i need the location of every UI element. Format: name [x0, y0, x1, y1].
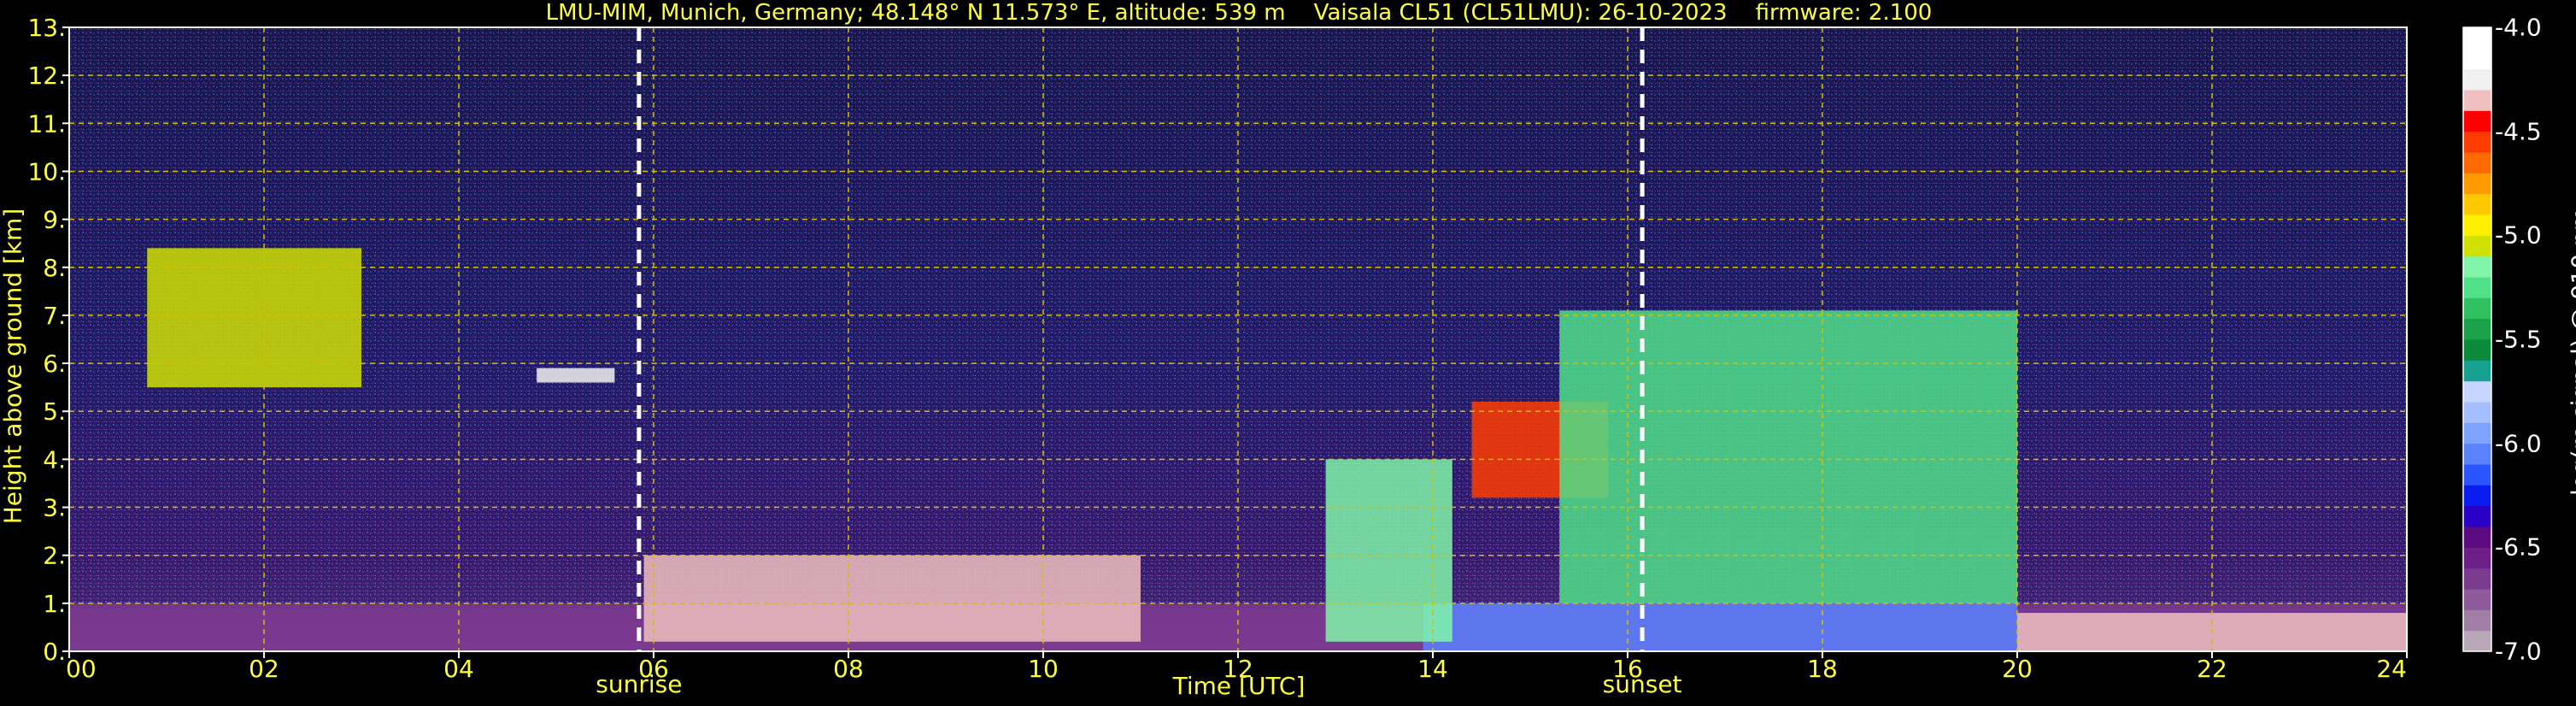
- colorbar-swatch: [2463, 527, 2491, 548]
- y-tick-label: 3.: [43, 494, 66, 522]
- colorbar-swatch: [2463, 173, 2491, 195]
- feature-early-cloud-patches: [147, 248, 361, 388]
- x-axis-label: Time [UTC]: [1172, 672, 1306, 700]
- colorbar-swatch: [2463, 131, 2491, 153]
- x-tick-label: 22: [2197, 655, 2227, 683]
- x-tick-label: 08: [833, 655, 864, 683]
- feature-low-cloud-deck: [643, 555, 1141, 642]
- y-tick-label: 7.: [43, 302, 66, 330]
- colorbar-swatch: [2463, 505, 2491, 527]
- x-tick-label: 00: [66, 655, 97, 683]
- colorbar-swatch: [2463, 318, 2491, 340]
- y-tick-label: 10.: [27, 157, 66, 185]
- colorbar-swatch: [2463, 609, 2491, 632]
- x-tick-label: 20: [2002, 655, 2033, 683]
- feature-mixing-layer-haze: [1423, 603, 2017, 651]
- y-tick-label: 1.: [43, 590, 66, 618]
- colorbar-swatch: [2463, 422, 2491, 444]
- colorbar-swatch: [2463, 360, 2491, 382]
- colorbar-swatch: [2463, 402, 2491, 423]
- colorbar-tick-label: -5.5: [2495, 325, 2542, 354]
- colorbar-swatch: [2463, 589, 2491, 610]
- colorbar-swatch: [2463, 277, 2491, 298]
- colorbar-swatch: [2463, 630, 2491, 652]
- colorbar-swatch: [2463, 90, 2491, 111]
- y-tick-label: 0.: [43, 638, 66, 666]
- colorbar-tick-label: -6.0: [2495, 429, 2542, 458]
- colorbar-tick-label: -4.5: [2495, 117, 2542, 146]
- sunrise-label: sunrise: [596, 670, 683, 698]
- colorbar-tick-label: -4.0: [2495, 13, 2542, 42]
- colorbar-tick-label: -7.0: [2495, 637, 2542, 666]
- sunset-label: sunset: [1602, 670, 1682, 698]
- colorbar-swatch: [2463, 48, 2491, 70]
- colorbar-swatch: [2463, 464, 2491, 485]
- colorbar-swatch: [2463, 339, 2491, 361]
- colorbar-swatch: [2463, 485, 2491, 507]
- y-tick-label: 4.: [43, 445, 66, 474]
- y-tick-label: 8.: [43, 254, 66, 282]
- y-tick-label: 6.: [43, 350, 66, 378]
- y-tick-label: 2.: [43, 542, 66, 570]
- colorbar-tick-label: -6.5: [2495, 532, 2542, 562]
- colorbar-swatch: [2463, 297, 2491, 320]
- colorbar-swatch: [2463, 443, 2491, 465]
- colorbar-swatch: [2463, 547, 2491, 569]
- colorbar-tick-label: -5.0: [2495, 221, 2542, 250]
- colorbar-swatch: [2463, 152, 2491, 174]
- y-axis-label: Height above ground [km]: [0, 208, 27, 525]
- feature-thin-cloud: [537, 368, 615, 383]
- y-tick-label: 11.: [27, 109, 66, 138]
- colorbar-swatch: [2463, 110, 2491, 132]
- colorbar-swatch: [2463, 568, 2491, 590]
- x-tick-label: 24: [2376, 655, 2407, 683]
- x-tick-label: 02: [249, 655, 279, 683]
- colorbar-swatch: [2463, 27, 2491, 49]
- y-tick-label: 5.: [43, 397, 66, 426]
- colorbar-swatch: [2463, 256, 2491, 278]
- colorbar-label: log(rc-signal) @ 910 nm: [2566, 208, 2576, 496]
- feature-descending-cloud-band: [1559, 310, 2017, 603]
- y-tick-label: 9.: [43, 206, 66, 234]
- colorbar-swatch: [2463, 380, 2491, 403]
- colorbar-swatch: [2463, 235, 2491, 257]
- colorbar-swatch: [2463, 193, 2491, 215]
- x-tick-label: 04: [443, 655, 474, 683]
- colorbar-swatch: [2463, 68, 2491, 91]
- y-tick-label: 13.: [27, 14, 66, 42]
- colorbar-swatch: [2463, 215, 2491, 236]
- ceilometer-backscatter-chart: 0. 1. 2. 3. 4. 5. 6. 7. 8. 9. 10. 11. 12. 13. 00 02 04 0…: [27, 14, 2492, 683]
- y-tick-label: 12.: [27, 62, 66, 90]
- x-tick-label: 14: [1417, 655, 1448, 683]
- x-tick-label: 10: [1028, 655, 1059, 683]
- x-tick-label: 18: [1807, 655, 1838, 683]
